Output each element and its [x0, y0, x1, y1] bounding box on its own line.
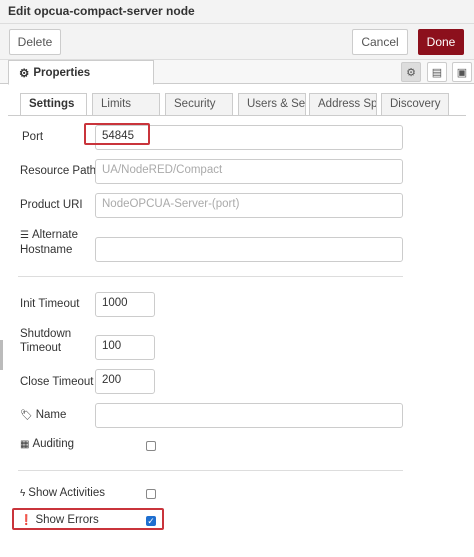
show-activities-label-text: Show Activities [28, 487, 105, 499]
name-label: 🏷 Name [20, 408, 66, 423]
tab-discovery[interactable]: Discovery [381, 93, 449, 116]
description-doc-icon[interactable]: ▤ [427, 62, 447, 82]
done-button[interactable]: Done [418, 29, 464, 55]
grid-icon: ▦ [20, 439, 30, 450]
tab-limits[interactable]: Limits [92, 93, 160, 116]
show-errors-highlight [12, 508, 164, 530]
shutdown-timeout-label-line1: Shutdown [20, 328, 72, 340]
tab-address-space[interactable]: Address Sp [309, 93, 377, 116]
show-activities-label: ϟ Show Activities [20, 486, 105, 501]
auditing-checkbox[interactable] [146, 441, 156, 451]
shutdown-timeout-input[interactable]: 100 [95, 335, 155, 360]
delete-button[interactable]: Delete [9, 29, 61, 55]
tab-users-sets[interactable]: Users & Sets [238, 93, 306, 116]
close-timeout-input[interactable]: 200 [95, 369, 155, 394]
close-timeout-label: Close Timeout [20, 376, 94, 388]
tab-properties[interactable]: ⚙ Properties [8, 60, 154, 85]
port-highlight [84, 123, 150, 145]
port-label: Port [22, 131, 44, 143]
resource-path-label: Resource Path [20, 165, 97, 177]
appearance-image-icon[interactable]: ▣ [452, 62, 472, 82]
properties-tab-label: Properties [33, 66, 91, 79]
tabs-divider [8, 115, 466, 116]
shutdown-timeout-label: Shutdown Timeout [20, 327, 71, 355]
list-icon: ☰ [20, 230, 29, 241]
gear-icon: ⚙ [19, 67, 30, 80]
properties-header: ⚙ Properties ⚙ ▤ ▣ [0, 60, 474, 85]
name-label-text: Name [35, 409, 67, 421]
init-timeout-input[interactable]: 1000 [95, 292, 155, 317]
shutdown-timeout-label-line2: Timeout [20, 342, 62, 354]
alternate-hostname-input[interactable] [95, 237, 403, 262]
cancel-button[interactable]: Cancel [352, 29, 408, 55]
alternate-hostname-label-line2: Hostname [20, 244, 73, 256]
name-input[interactable] [95, 403, 403, 428]
auditing-label-text: Auditing [32, 438, 75, 450]
bolt-icon: ϟ [20, 488, 26, 499]
section-divider-2 [18, 470, 403, 471]
resource-path-input[interactable]: UA/NodeRED/Compact [95, 159, 403, 184]
dialog-title: Edit opcua-compact-server node [0, 0, 474, 24]
auditing-label: ▦ Auditing [20, 437, 74, 452]
init-timeout-label: Init Timeout [20, 298, 80, 310]
alternate-hostname-label-line1: Alternate [31, 229, 78, 241]
section-divider-1 [18, 276, 403, 277]
show-activities-checkbox[interactable] [146, 489, 156, 499]
product-uri-label: Product URI [20, 199, 83, 211]
tag-icon: 🏷 [20, 410, 33, 421]
tab-settings[interactable]: Settings [20, 93, 87, 116]
settings-gear-icon[interactable]: ⚙ [401, 62, 421, 82]
tab-security[interactable]: Security [165, 93, 233, 116]
product-uri-input[interactable]: NodeOPCUA-Server-(port) [95, 193, 403, 218]
alternate-hostname-label: ☰ Alternate Hostname [20, 228, 78, 257]
panel-resize-handle[interactable] [0, 340, 3, 370]
dialog-toolbar: Delete Cancel Done [0, 24, 474, 60]
